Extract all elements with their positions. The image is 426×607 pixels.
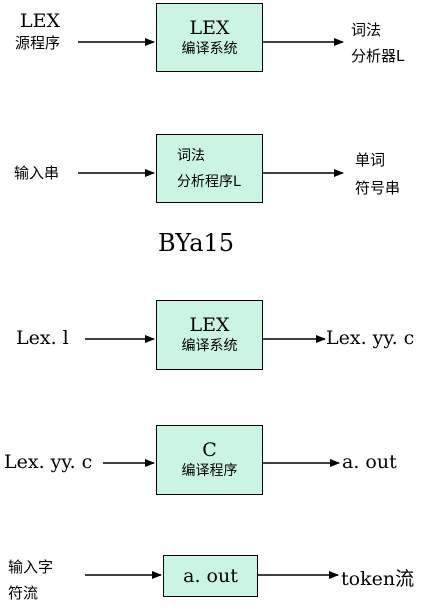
row2-output-line2: 符号串: [355, 179, 401, 197]
row1-input-line1: LEX: [20, 10, 61, 32]
row5-box-title: a. out: [183, 565, 238, 587]
row2-input-label: 输入串: [14, 164, 60, 182]
row5-process-box: a. out: [163, 555, 258, 597]
row3-box-subtitle: 编译系统: [181, 338, 238, 354]
row1-input-line2: 源程序: [15, 34, 61, 52]
row4-input-label: Lex. yy. c: [4, 451, 93, 473]
row3-output-label: Lex. yy. c: [326, 327, 415, 349]
row5-input-line1: 输入字: [8, 558, 54, 576]
row5-output-label: token流: [341, 568, 415, 590]
row1-input-label: LEX 源程序: [15, 10, 61, 54]
row4-box-title: C: [202, 439, 217, 461]
row3-box-title: LEX: [189, 314, 230, 336]
row2-box-line2: 分析程序L: [177, 173, 241, 190]
row2-box-line1: 词法: [177, 147, 205, 164]
row1-output-label: 词法 分析器L: [351, 17, 404, 69]
row1-box-title: LEX: [189, 16, 230, 39]
row4-box-subtitle: 编译程序: [181, 463, 238, 479]
row3-input-label: Lex. l: [16, 327, 69, 349]
row5-input-label: 输入字 符流: [8, 554, 53, 606]
section-label: BYa15: [158, 229, 235, 257]
row4-process-box: C 编译程序: [156, 425, 263, 495]
flow-diagram: LEX 源程序 LEX 编译系统 词法 分析器L 输入串 词法 分析程序L 单词…: [0, 0, 426, 607]
row3-process-box: LEX 编译系统: [156, 300, 263, 370]
row1-process-box: LEX 编译系统: [156, 3, 263, 72]
row2-process-box: 词法 分析程序L: [156, 134, 263, 203]
row1-output-line2: 分析器L: [351, 47, 405, 65]
row1-output-line1: 词法: [351, 21, 382, 39]
row5-input-line2: 符流: [8, 584, 39, 602]
row2-output-line1: 单词: [355, 151, 386, 169]
row4-output-label: a. out: [342, 451, 397, 473]
row2-output-label: 单词 符号串: [355, 146, 400, 202]
row1-box-subtitle: 编译系统: [181, 40, 238, 57]
